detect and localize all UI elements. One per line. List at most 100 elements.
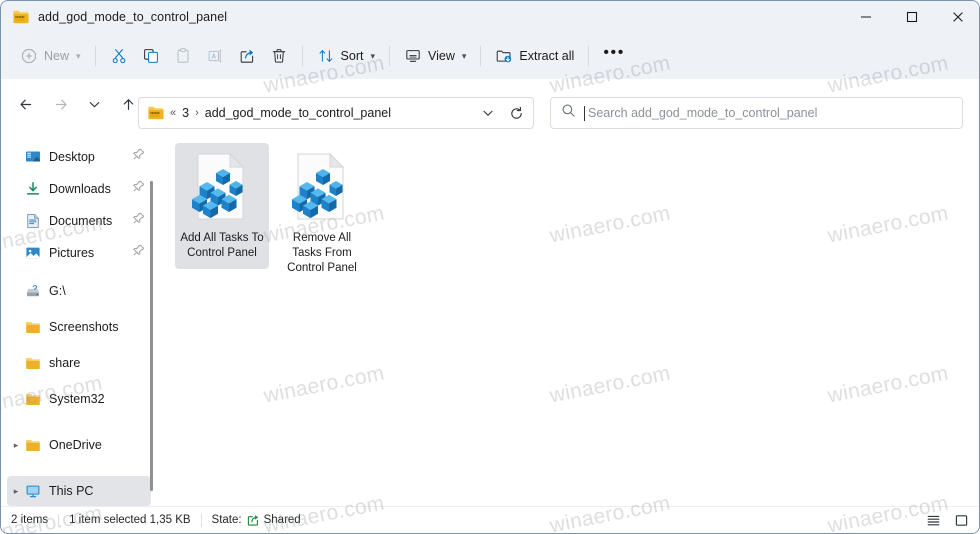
navigation-pane[interactable]: Desktop Downloads Documents Pictures G:\… xyxy=(1,135,157,506)
new-button[interactable]: New ▾ xyxy=(13,40,88,72)
toolbar-divider-2 xyxy=(301,46,303,66)
share-button[interactable] xyxy=(231,40,263,72)
window-controls xyxy=(843,1,979,33)
scissors-icon xyxy=(110,47,128,65)
rename-icon xyxy=(206,47,224,65)
rename-button[interactable] xyxy=(199,40,231,72)
documents-icon xyxy=(25,213,41,229)
status-bar-left: 2 items 1 item selected 1,35 KB State: S… xyxy=(1,513,301,527)
chevron-down-icon: ▾ xyxy=(76,50,81,61)
breadcrumb-item-3[interactable]: 3 xyxy=(182,106,189,120)
shared-arrow-icon xyxy=(246,513,260,527)
sidebar-item-label: This PC xyxy=(49,484,94,498)
sidebar-item-label: System32 xyxy=(49,392,105,406)
sidebar-item-label: Desktop xyxy=(49,150,95,164)
delete-button[interactable] xyxy=(263,40,295,72)
new-label: New xyxy=(44,49,70,63)
search-box[interactable]: Search add_god_mode_to_control_panel xyxy=(550,97,963,129)
folder-icon xyxy=(25,391,41,407)
address-dropdown-button[interactable] xyxy=(475,100,501,126)
sidebar-scrollbar[interactable] xyxy=(150,181,153,491)
file-explorer-window: add_god_mode_to_control_panel New ▾ Sort… xyxy=(0,0,980,534)
state-group: State: Shared xyxy=(212,513,301,527)
sort-button[interactable]: Sort ▾ xyxy=(310,40,382,72)
status-divider xyxy=(58,513,60,527)
view-toggle-group xyxy=(921,509,973,531)
pin-icon xyxy=(132,180,145,198)
file-item[interactable]: Remove All Tasks From Control Panel xyxy=(275,143,369,284)
forward-button[interactable] xyxy=(45,89,75,119)
view-label: View xyxy=(428,49,455,63)
minimize-button[interactable] xyxy=(843,1,889,33)
file-item[interactable]: Add All Tasks To Control Panel xyxy=(175,143,269,269)
breadcrumb-separator[interactable]: › xyxy=(195,107,199,119)
view-button[interactable]: View ▾ xyxy=(397,40,473,72)
sidebar-item-downloads[interactable]: Downloads xyxy=(7,174,151,204)
search-icon xyxy=(561,103,576,123)
zipped-folder-icon xyxy=(12,8,30,26)
sidebar-item-label: Pictures xyxy=(49,246,95,260)
title-bar-left: add_god_mode_to_control_panel xyxy=(1,8,227,26)
sidebar-item-desktop[interactable]: Desktop xyxy=(7,142,151,172)
file-item-label: Remove All Tasks From Control Panel xyxy=(287,232,357,274)
details-view-button[interactable] xyxy=(921,509,945,531)
chevron-right-icon[interactable]: ▸ xyxy=(7,486,25,497)
trash-icon xyxy=(270,47,288,65)
desktop-icon xyxy=(25,149,41,165)
address-bar[interactable]: « 3 › add_god_mode_to_control_panel xyxy=(138,97,534,129)
sidebar-item-documents[interactable]: Documents xyxy=(7,206,151,236)
chevron-right-icon[interactable]: ▸ xyxy=(7,440,25,451)
large-icons-view-button[interactable] xyxy=(949,509,973,531)
sidebar-item-pictures[interactable]: Pictures xyxy=(7,238,151,268)
recent-locations-button[interactable] xyxy=(79,89,109,119)
folder-icon xyxy=(25,355,41,371)
command-bar: New ▾ Sort ▾ View ▾ Extract all ••• xyxy=(1,33,979,79)
close-button[interactable] xyxy=(935,1,979,33)
file-list-view[interactable]: Add All Tasks To Control Panel Remove Al… xyxy=(158,135,979,506)
breadcrumb-item-current[interactable]: add_god_mode_to_control_panel xyxy=(205,106,391,120)
cut-button[interactable] xyxy=(103,40,135,72)
maximize-button[interactable] xyxy=(889,1,935,33)
toolbar-divider-3 xyxy=(389,46,391,66)
back-button[interactable] xyxy=(11,89,41,119)
copy-button[interactable] xyxy=(135,40,167,72)
plus-circle-icon xyxy=(20,47,38,65)
paste-button[interactable] xyxy=(167,40,199,72)
toolbar-divider xyxy=(94,46,96,66)
pin-icon xyxy=(132,212,145,230)
state-label: State: xyxy=(211,514,242,526)
sidebar-item-onedrive[interactable]: ▸ OneDrive xyxy=(7,430,151,460)
extract-all-button[interactable]: Extract all xyxy=(488,40,581,72)
share-icon xyxy=(238,47,256,65)
ellipsis-icon: ••• xyxy=(603,44,625,61)
copy-icon xyxy=(142,47,160,65)
sidebar-item-system32[interactable]: System32 xyxy=(7,384,151,414)
extract-folder-icon xyxy=(495,47,513,65)
address-bar-actions xyxy=(475,100,529,126)
sidebar-item-label: share xyxy=(49,356,81,370)
folder-icon xyxy=(25,319,41,335)
sort-label: Sort xyxy=(340,49,364,63)
clipboard-icon xyxy=(174,47,192,65)
state-value-label: Shared xyxy=(263,514,301,526)
refresh-button[interactable] xyxy=(503,100,529,126)
sidebar-item-this-pc[interactable]: ▸ This PC xyxy=(7,476,151,506)
sidebar-item-drive-g[interactable]: G:\ xyxy=(7,276,151,306)
downloads-icon xyxy=(25,181,41,197)
sidebar-item-share[interactable]: share xyxy=(7,348,151,378)
zipped-folder-icon xyxy=(147,104,165,122)
status-divider-2 xyxy=(200,513,202,527)
window-title: add_god_mode_to_control_panel xyxy=(38,10,228,24)
sidebar-item-screenshots[interactable]: Screenshots xyxy=(7,312,151,342)
thispc-icon xyxy=(25,483,41,499)
breadcrumb[interactable]: « 3 › add_god_mode_to_control_panel xyxy=(170,106,475,120)
folder-icon xyxy=(25,437,41,453)
chevron-down-icon: ▾ xyxy=(461,50,467,61)
item-count-label: 2 items xyxy=(11,514,49,526)
see-more-button[interactable]: ••• xyxy=(596,40,632,72)
toolbar-divider-4 xyxy=(480,46,482,66)
monitor-icon xyxy=(404,47,422,65)
breadcrumb-overflow[interactable]: « xyxy=(170,107,176,119)
search-input[interactable]: Search add_god_mode_to_control_panel xyxy=(588,106,817,120)
pictures-icon xyxy=(25,245,41,261)
